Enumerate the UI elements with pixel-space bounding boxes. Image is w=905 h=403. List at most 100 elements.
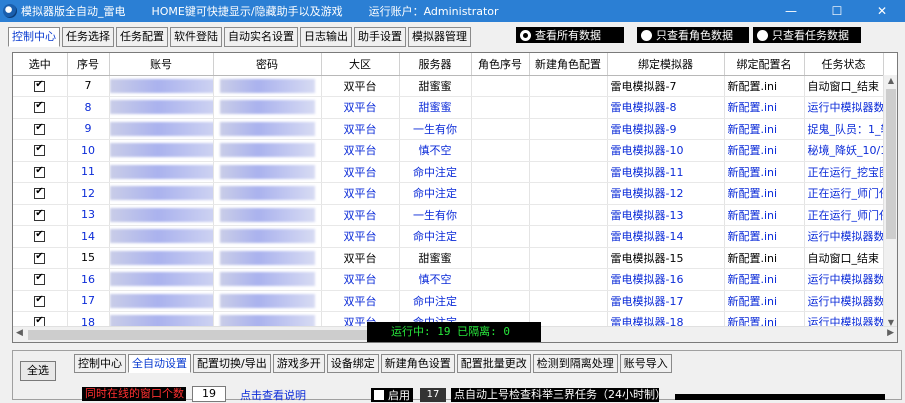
row-checkbox[interactable] (13, 96, 68, 119)
column-header[interactable]: 密码 (213, 53, 322, 76)
radio-view-all[interactable]: 查看所有数据 (516, 27, 624, 43)
tab-emulator-manager[interactable]: 模拟器管理 (408, 27, 471, 47)
column-header[interactable]: 新建角色配置 (529, 53, 608, 76)
check-icon (34, 79, 46, 92)
region-cell: 双平台 (321, 268, 400, 291)
check-icon (34, 294, 46, 307)
password-cell (213, 96, 322, 119)
redacted-account (109, 272, 212, 287)
minimize-icon[interactable]: — (768, 0, 814, 22)
account-cell (109, 75, 214, 97)
tab-account-import[interactable]: 账号导入 (619, 354, 672, 373)
tab-task-config[interactable]: 任务配置 (116, 27, 168, 47)
row-checkbox[interactable] (13, 75, 68, 97)
table-row[interactable]: 7 双平台甜蜜蜜 雷电模拟器-7新配置.ini自动窗口_结束 (13, 75, 884, 97)
tab-isolation[interactable]: 检测到隔离处理 (532, 354, 618, 373)
column-header[interactable]: 服务器 (399, 53, 472, 76)
table-row[interactable]: 10 双平台慎不空 雷电模拟器-10新配置.ini秘境_降妖_10/16 (13, 139, 884, 162)
password-cell (213, 204, 322, 226)
table-row[interactable]: 9 双平台一生有你 雷电模拟器-9新配置.ini捉鬼_队员：1_轮_6只 (13, 118, 884, 140)
scroll-up-icon[interactable]: ▲ (884, 76, 897, 85)
table-row[interactable]: 16 双平台慎不空 雷电模拟器-16新配置.ini运行中模拟器数量达到上限 (13, 268, 884, 291)
tab-new-role[interactable]: 新建角色设置 (380, 354, 455, 373)
server-cell: 一生有你 (399, 204, 472, 226)
scroll-thumb[interactable] (886, 89, 896, 239)
redacted-password (219, 164, 315, 179)
help-link[interactable]: 点击查看说明 (240, 387, 306, 403)
tab-task-select[interactable]: 任务选择 (62, 27, 114, 47)
row-checkbox[interactable] (13, 225, 68, 248)
scroll-left-icon[interactable]: ◀ (16, 328, 23, 338)
tab-auto-settings[interactable]: 全自动设置 (128, 354, 191, 373)
tab-control-center-sub[interactable]: 控制中心 (74, 354, 126, 373)
row-checkbox[interactable] (13, 118, 68, 140)
task-status-cell: 秘境_降妖_10/16 (804, 139, 884, 162)
config-name-cell: 新配置.ini (724, 118, 805, 140)
table-row[interactable]: 15 双平台甜蜜蜜 雷电模拟器-15新配置.ini自动窗口_结束 (13, 247, 884, 269)
tab-software-login[interactable]: 软件登陆 (170, 27, 222, 47)
column-header[interactable]: 任务状态 (804, 53, 884, 76)
enable-label: 启用 (388, 389, 410, 402)
table-row[interactable]: 13 双平台一生有你 雷电模拟器-13新配置.ini正在运行_师门任务 (13, 204, 884, 226)
config-name-cell: 新配置.ini (724, 182, 805, 205)
config-name-cell: 新配置.ini (724, 75, 805, 97)
tab-auto-realname[interactable]: 自动实名设置 (224, 27, 298, 47)
row-checkbox[interactable] (13, 139, 68, 162)
column-header[interactable]: 绑定配置名 (724, 53, 805, 76)
table-row[interactable]: 17 双平台命中注定 雷电模拟器-17新配置.ini运行中模拟器数量达到上限 (13, 290, 884, 312)
tab-control-center[interactable]: 控制中心 (8, 27, 60, 47)
check-icon (34, 186, 46, 200)
region-cell: 双平台 (321, 139, 400, 162)
scroll-right-icon[interactable]: ▶ (887, 328, 894, 338)
region-cell: 双平台 (321, 118, 400, 140)
column-header[interactable]: 账号 (109, 53, 214, 76)
server-cell: 甜蜜蜜 (399, 247, 472, 269)
redacted-password (219, 78, 315, 93)
column-header[interactable]: 角色序号 (471, 53, 530, 76)
row-checkbox[interactable] (13, 204, 68, 226)
emulator-cell: 雷电模拟器-17 (607, 290, 725, 312)
select-all-button[interactable]: 全选 (20, 361, 56, 381)
column-header[interactable]: 大区 (321, 53, 400, 76)
radio-view-role[interactable]: 只查看角色数据 (637, 27, 749, 43)
close-icon[interactable]: ✕ (859, 0, 905, 22)
scroll-thumb[interactable] (28, 330, 378, 340)
new-role-config-cell (529, 161, 608, 183)
row-checkbox[interactable] (13, 268, 68, 291)
tab-log-output[interactable]: 日志输出 (300, 27, 352, 47)
column-header[interactable]: 绑定模拟器 (607, 53, 725, 76)
table-row[interactable]: 14 双平台命中注定 雷电模拟器-14新配置.ini运行中模拟器数量达到上限 (13, 225, 884, 248)
column-header[interactable]: 选中 (13, 53, 68, 76)
region-cell: 双平台 (321, 290, 400, 312)
check-icon (34, 272, 46, 286)
row-checkbox[interactable] (13, 247, 68, 269)
radio-view-task[interactable]: 只查看任务数据 (753, 27, 861, 43)
row-checkbox[interactable] (13, 161, 68, 183)
title-hint: HOME键可快捷显示/隐藏助手以及游戏 (151, 5, 343, 18)
row-number: 8 (67, 96, 110, 119)
password-cell (213, 75, 322, 97)
task-status-cell: 捉鬼_队员：1_轮_6只 (804, 118, 884, 140)
table-row[interactable]: 8 双平台甜蜜蜜 雷电模拟器-8新配置.ini运行中模拟器数量达到上限 (13, 96, 884, 119)
table-row[interactable]: 12 双平台命中注定 雷电模拟器-12新配置.ini正在运行_师门任务 (13, 182, 884, 205)
row-checkbox[interactable] (13, 182, 68, 205)
tab-device-bind[interactable]: 设备绑定 (326, 354, 379, 373)
config-name-cell: 新配置.ini (724, 96, 805, 119)
column-header[interactable]: 序号 (67, 53, 110, 76)
role-index-cell (471, 290, 530, 312)
redacted-password (219, 207, 315, 222)
check-icon (34, 208, 46, 221)
tab-batch-config[interactable]: 配置批量更改 (456, 354, 531, 373)
vertical-scrollbar[interactable]: ▲ ▼ (883, 75, 897, 328)
tab-assistant-settings[interactable]: 助手设置 (354, 27, 406, 47)
tab-config-switch[interactable]: 配置切换/导出 (193, 354, 271, 373)
row-number: 15 (67, 247, 110, 269)
emulator-cell: 雷电模拟器-11 (607, 161, 725, 183)
row-checkbox[interactable] (13, 290, 68, 312)
maximize-icon[interactable]: ☐ (814, 0, 860, 22)
region-cell: 双平台 (321, 75, 400, 97)
task-status-cell: 运行中模拟器数量达到上限 (804, 268, 884, 291)
tab-game-multi[interactable]: 游戏多开 (272, 354, 325, 373)
radio-selected-icon (520, 29, 531, 41)
table-row[interactable]: 11 双平台命中注定 雷电模拟器-11新配置.ini正在运行_挖宝图 (13, 161, 884, 183)
